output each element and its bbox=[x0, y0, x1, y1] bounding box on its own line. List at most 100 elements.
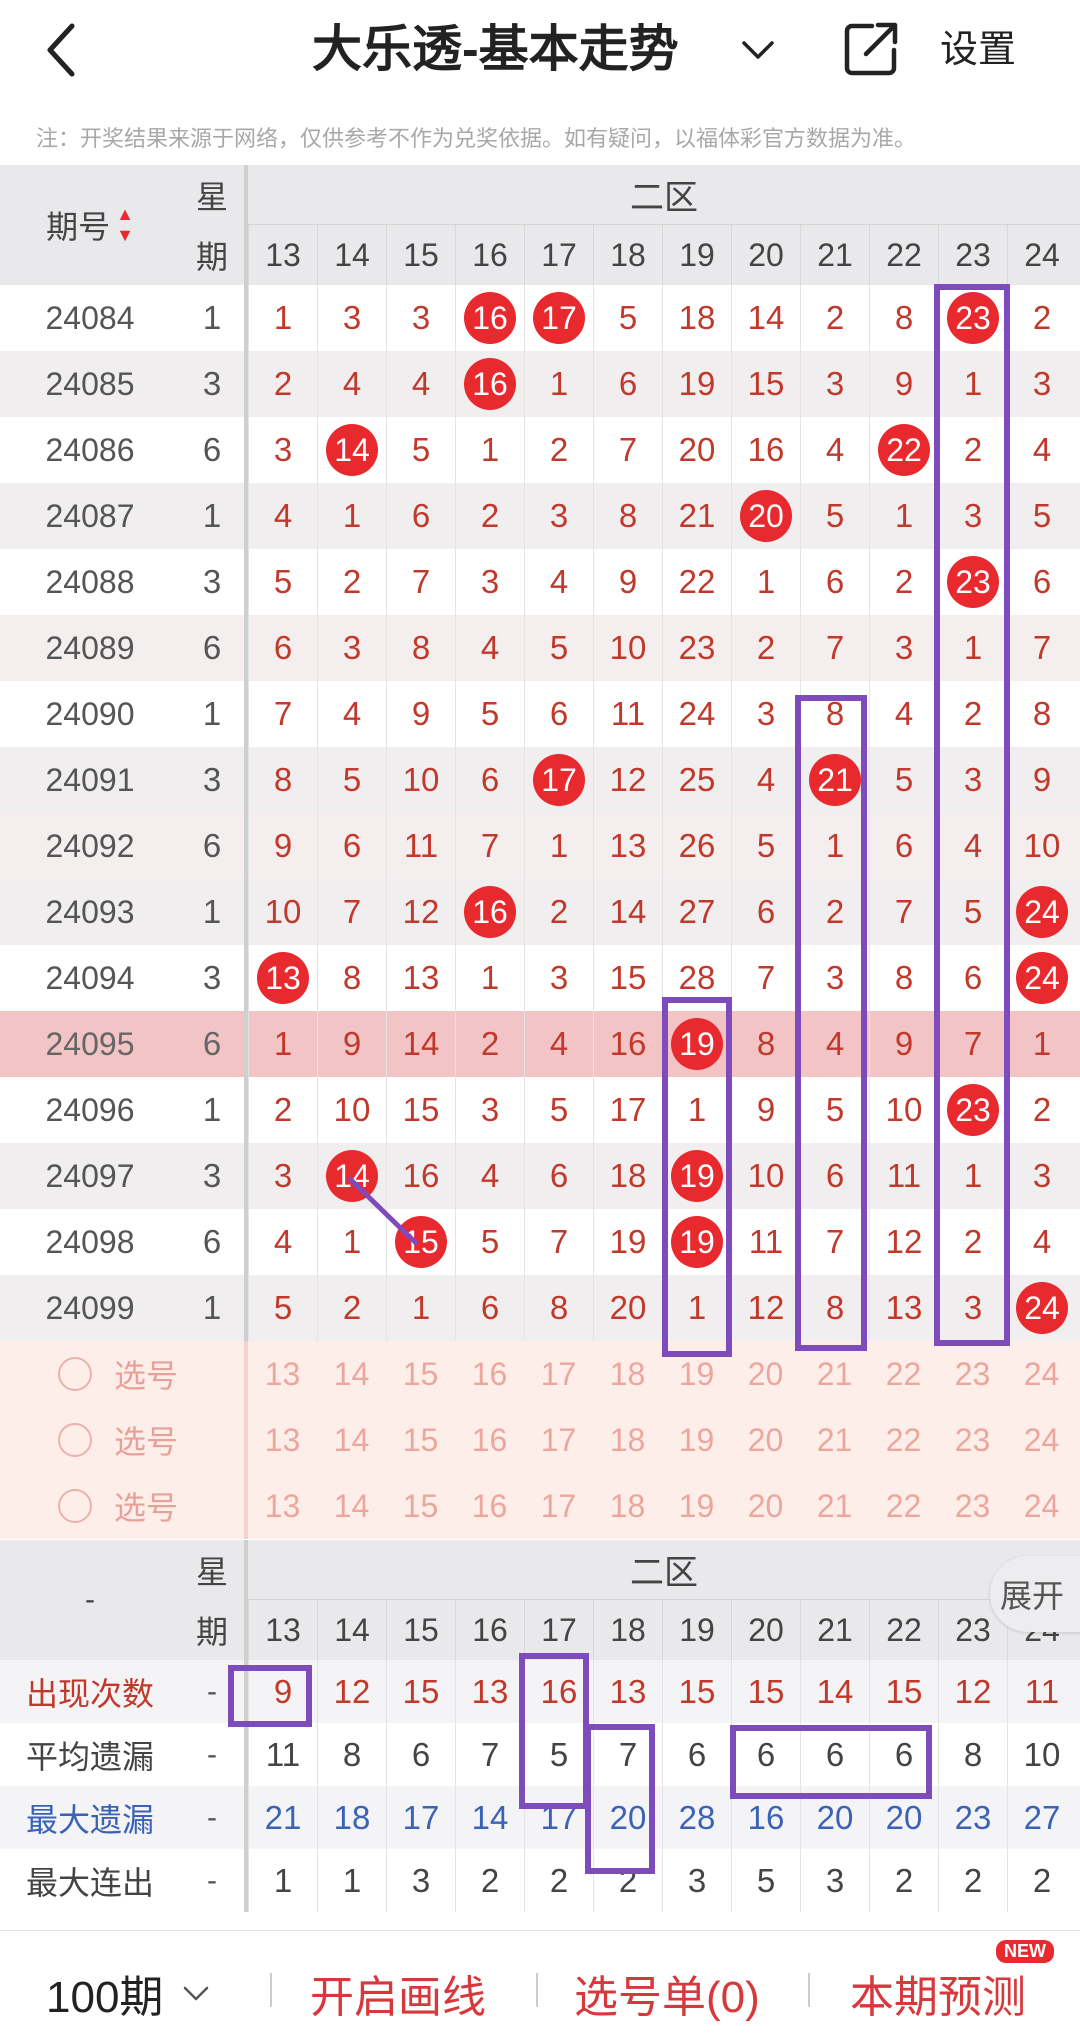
number-cell[interactable]: 3 bbox=[524, 483, 593, 549]
number-cell[interactable]: 22 bbox=[869, 417, 938, 483]
number-cell[interactable]: 6 bbox=[800, 1143, 869, 1209]
number-cell[interactable]: 2 bbox=[938, 417, 1007, 483]
number-cell[interactable]: 8 bbox=[869, 285, 938, 351]
number-cell[interactable]: 1 bbox=[317, 1209, 386, 1275]
number-cell[interactable]: 8 bbox=[800, 681, 869, 747]
number-cell[interactable]: 13 bbox=[869, 1275, 938, 1341]
number-cell[interactable]: 23 bbox=[938, 549, 1007, 615]
number-cell[interactable]: 17 bbox=[593, 1077, 662, 1143]
number-cell[interactable]: 1 bbox=[248, 1011, 317, 1077]
pick-number[interactable]: 20 bbox=[731, 1407, 800, 1473]
number-cell[interactable]: 10 bbox=[386, 747, 455, 813]
pick-number[interactable]: 15 bbox=[386, 1407, 455, 1473]
number-cell[interactable]: 5 bbox=[524, 1077, 593, 1143]
number-cell[interactable]: 1 bbox=[938, 351, 1007, 417]
number-cell[interactable]: 21 bbox=[800, 747, 869, 813]
pick-number[interactable]: 13 bbox=[248, 1341, 317, 1407]
number-cell[interactable]: 1 bbox=[662, 1077, 731, 1143]
pick-number[interactable]: 16 bbox=[455, 1341, 524, 1407]
number-cell[interactable]: 1 bbox=[317, 483, 386, 549]
number-cell[interactable]: 4 bbox=[455, 615, 524, 681]
number-cell[interactable]: 24 bbox=[1007, 945, 1076, 1011]
number-cell[interactable]: 2 bbox=[317, 1275, 386, 1341]
number-cell[interactable]: 1 bbox=[800, 813, 869, 879]
number-cell[interactable]: 4 bbox=[524, 549, 593, 615]
number-cell[interactable]: 3 bbox=[800, 351, 869, 417]
number-cell[interactable]: 8 bbox=[248, 747, 317, 813]
number-cell[interactable]: 23 bbox=[662, 615, 731, 681]
number-cell[interactable]: 19 bbox=[662, 351, 731, 417]
number-cell[interactable]: 7 bbox=[248, 681, 317, 747]
pick-list-button[interactable]: 选号单(0) bbox=[574, 1961, 760, 2025]
number-cell[interactable]: 6 bbox=[248, 615, 317, 681]
number-cell[interactable]: 15 bbox=[731, 351, 800, 417]
number-cell[interactable]: 5 bbox=[869, 747, 938, 813]
number-cell[interactable]: 24 bbox=[1007, 879, 1076, 945]
number-cell[interactable]: 1 bbox=[386, 1275, 455, 1341]
number-cell[interactable]: 12 bbox=[386, 879, 455, 945]
number-cell[interactable]: 4 bbox=[731, 747, 800, 813]
number-cell[interactable]: 6 bbox=[317, 813, 386, 879]
number-cell[interactable]: 6 bbox=[731, 879, 800, 945]
number-cell[interactable]: 5 bbox=[938, 879, 1007, 945]
number-cell[interactable]: 10 bbox=[731, 1143, 800, 1209]
number-cell[interactable]: 27 bbox=[662, 879, 731, 945]
radio-circle-icon[interactable] bbox=[58, 1423, 92, 1457]
sort-icon[interactable]: ▲ ▼ bbox=[116, 204, 134, 246]
number-cell[interactable]: 6 bbox=[869, 813, 938, 879]
number-cell[interactable]: 8 bbox=[386, 615, 455, 681]
number-cell[interactable]: 8 bbox=[1007, 681, 1076, 747]
number-cell[interactable]: 1 bbox=[938, 615, 1007, 681]
number-cell[interactable]: 8 bbox=[869, 945, 938, 1011]
settings-button[interactable]: 设置 bbox=[940, 22, 1016, 78]
number-cell[interactable]: 2 bbox=[524, 879, 593, 945]
number-cell[interactable]: 4 bbox=[455, 1143, 524, 1209]
pick-number[interactable]: 22 bbox=[869, 1473, 938, 1539]
number-cell[interactable]: 2 bbox=[524, 417, 593, 483]
number-cell[interactable]: 18 bbox=[593, 1143, 662, 1209]
number-cell[interactable]: 3 bbox=[1007, 1143, 1076, 1209]
number-cell[interactable]: 5 bbox=[1007, 483, 1076, 549]
pick-number[interactable]: 18 bbox=[593, 1473, 662, 1539]
number-cell[interactable]: 11 bbox=[731, 1209, 800, 1275]
number-cell[interactable]: 15 bbox=[386, 1209, 455, 1275]
number-cell[interactable]: 14 bbox=[317, 1143, 386, 1209]
pick-selector[interactable]: 选号 bbox=[0, 1407, 248, 1473]
number-cell[interactable]: 15 bbox=[386, 1077, 455, 1143]
number-cell[interactable]: 4 bbox=[1007, 1209, 1076, 1275]
number-cell[interactable]: 7 bbox=[317, 879, 386, 945]
number-cell[interactable]: 2 bbox=[869, 549, 938, 615]
page-title[interactable]: 大乐透-基本走势 bbox=[312, 12, 679, 86]
number-cell[interactable]: 16 bbox=[386, 1143, 455, 1209]
number-cell[interactable]: 4 bbox=[248, 1209, 317, 1275]
number-cell[interactable]: 2 bbox=[1007, 1077, 1076, 1143]
number-cell[interactable]: 8 bbox=[731, 1011, 800, 1077]
pick-number[interactable]: 14 bbox=[317, 1341, 386, 1407]
pick-number[interactable]: 17 bbox=[524, 1407, 593, 1473]
number-cell[interactable]: 19 bbox=[662, 1209, 731, 1275]
period-column-header[interactable]: 期号 ▲ ▼ bbox=[0, 165, 180, 285]
number-cell[interactable]: 23 bbox=[938, 1077, 1007, 1143]
number-cell[interactable]: 5 bbox=[800, 1077, 869, 1143]
number-cell[interactable]: 4 bbox=[800, 1011, 869, 1077]
number-cell[interactable]: 12 bbox=[593, 747, 662, 813]
number-cell[interactable]: 1 bbox=[455, 945, 524, 1011]
number-cell[interactable]: 5 bbox=[731, 813, 800, 879]
pick-number[interactable]: 19 bbox=[662, 1407, 731, 1473]
pick-number[interactable]: 21 bbox=[800, 1473, 869, 1539]
number-cell[interactable]: 5 bbox=[455, 681, 524, 747]
number-cell[interactable]: 6 bbox=[938, 945, 1007, 1011]
number-cell[interactable]: 2 bbox=[1007, 285, 1076, 351]
pick-number[interactable]: 23 bbox=[938, 1407, 1007, 1473]
number-cell[interactable]: 24 bbox=[662, 681, 731, 747]
pick-selector[interactable]: 选号 bbox=[0, 1341, 248, 1407]
number-cell[interactable]: 5 bbox=[524, 615, 593, 681]
number-cell[interactable]: 11 bbox=[386, 813, 455, 879]
number-cell[interactable]: 2 bbox=[938, 681, 1007, 747]
number-cell[interactable]: 2 bbox=[455, 483, 524, 549]
number-cell[interactable]: 9 bbox=[869, 1011, 938, 1077]
number-cell[interactable]: 4 bbox=[869, 681, 938, 747]
number-cell[interactable]: 4 bbox=[386, 351, 455, 417]
radio-circle-icon[interactable] bbox=[58, 1489, 92, 1523]
number-cell[interactable]: 3 bbox=[248, 1143, 317, 1209]
